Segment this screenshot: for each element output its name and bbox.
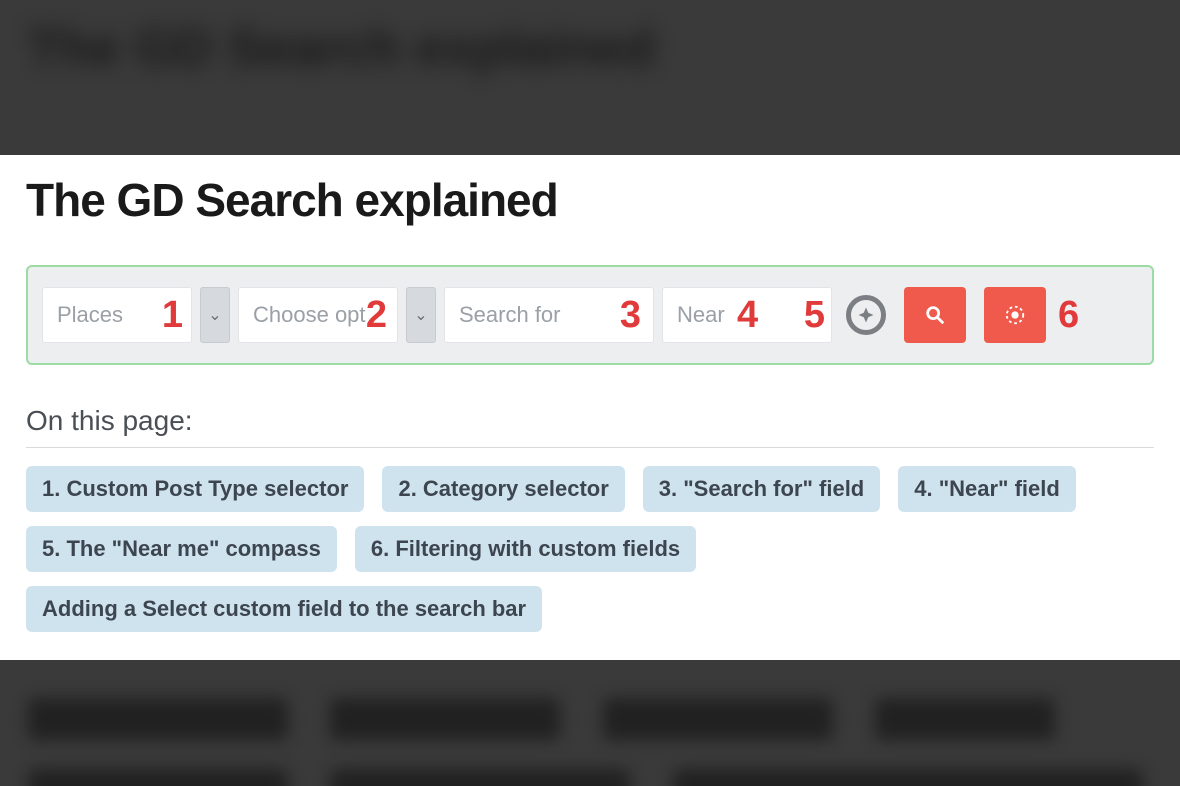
toc-link-4[interactable]: 4. "Near" field bbox=[898, 466, 1076, 512]
gear-icon bbox=[1004, 304, 1026, 326]
post-type-selector[interactable]: Places 1 bbox=[42, 287, 192, 343]
toc-pill-row: 1. Custom Post Type selector 2. Category… bbox=[26, 466, 1154, 632]
category-selector[interactable]: Choose opt 2 bbox=[238, 287, 398, 343]
search-button[interactable] bbox=[904, 287, 966, 343]
blurred-backdrop-top: The GD Search explained bbox=[0, 0, 1180, 155]
ghost-pill bbox=[28, 769, 288, 786]
search-bar: Places 1 ⌄ Choose opt 2 ⌄ Search for 3 N… bbox=[26, 265, 1154, 365]
annotation-2: 2 bbox=[366, 294, 387, 337]
chevron-down-icon: ⌄ bbox=[208, 305, 221, 325]
ghost-pill bbox=[673, 769, 1143, 786]
near-me-compass-button[interactable] bbox=[846, 295, 886, 335]
annotation-3: 3 bbox=[620, 294, 641, 337]
toc-link-5[interactable]: 5. The "Near me" compass bbox=[26, 526, 337, 572]
post-type-label: Places bbox=[57, 302, 123, 328]
near-placeholder: Near bbox=[677, 302, 725, 328]
category-dropdown-toggle[interactable]: ⌄ bbox=[406, 287, 436, 343]
toc-link-1[interactable]: 1. Custom Post Type selector bbox=[26, 466, 364, 512]
toc-link-2[interactable]: 2. Category selector bbox=[382, 466, 624, 512]
toc-link-7[interactable]: Adding a Select custom field to the sear… bbox=[26, 586, 542, 632]
search-for-input[interactable]: Search for 3 bbox=[444, 287, 654, 343]
ghost-pill bbox=[330, 769, 630, 786]
annotation-5: 5 bbox=[804, 294, 825, 337]
near-input[interactable]: Near 4 5 bbox=[662, 287, 832, 343]
chevron-down-icon: ⌄ bbox=[414, 305, 427, 325]
ghost-pill bbox=[875, 698, 1055, 740]
search-for-placeholder: Search for bbox=[459, 302, 561, 328]
compass-icon bbox=[857, 306, 875, 324]
category-label: Choose opt bbox=[253, 302, 366, 328]
ghost-pill bbox=[28, 698, 288, 740]
annotation-1: 1 bbox=[162, 294, 183, 337]
annotation-4: 4 bbox=[737, 294, 758, 337]
ghost-pill bbox=[330, 698, 560, 740]
post-type-dropdown-toggle[interactable]: ⌄ bbox=[200, 287, 230, 343]
search-icon bbox=[924, 304, 946, 326]
annotation-6: 6 bbox=[1058, 294, 1079, 337]
ghost-title: The GD Search explained bbox=[28, 18, 655, 78]
on-this-page-heading: On this page: bbox=[26, 405, 1154, 448]
toc-link-6[interactable]: 6. Filtering with custom fields bbox=[355, 526, 696, 572]
ghost-pill bbox=[603, 698, 833, 740]
page-title: The GD Search explained bbox=[26, 173, 1154, 227]
toc-link-3[interactable]: 3. "Search for" field bbox=[643, 466, 880, 512]
blurred-backdrop-bottom bbox=[0, 660, 1180, 786]
content-panel: The GD Search explained Places 1 ⌄ Choos… bbox=[0, 155, 1180, 660]
filter-button[interactable] bbox=[984, 287, 1046, 343]
